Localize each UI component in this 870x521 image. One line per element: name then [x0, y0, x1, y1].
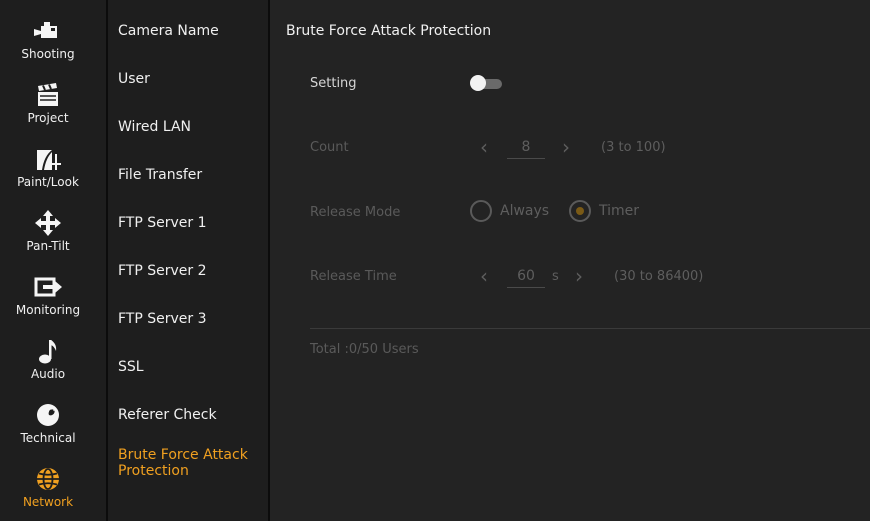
total-users: Total :0/50 Users	[310, 342, 419, 357]
rail-item-label: Monitoring	[15, 303, 81, 317]
release-time-decrease-button[interactable]: ‹	[480, 266, 488, 286]
page-title: Brute Force Attack Protection	[286, 23, 492, 39]
divider	[310, 328, 870, 329]
rail-item-pan-tilt[interactable]: Pan-Tilt	[0, 196, 96, 260]
menu-item-brute-force-protection[interactable]: Brute Force Attack Protection	[118, 447, 263, 479]
release-mode-timer-radio[interactable]	[569, 200, 591, 222]
release-time-label: Release Time	[310, 269, 397, 284]
radio-selected-dot	[576, 207, 584, 215]
release-time-field[interactable]: 60	[507, 265, 545, 288]
rail-item-audio[interactable]: Audio	[0, 324, 96, 388]
rail-item-label: Project	[27, 111, 69, 125]
count-label: Count	[310, 140, 349, 155]
menu-item-ssl[interactable]: SSL	[118, 359, 263, 375]
rail-item-shooting[interactable]: Shooting	[0, 4, 96, 68]
rail-item-project[interactable]: Project	[0, 68, 96, 132]
release-mode-always-label: Always	[500, 203, 550, 219]
menu-item-file-transfer[interactable]: File Transfer	[118, 167, 263, 183]
rail-item-monitoring[interactable]: Monitoring	[0, 260, 96, 324]
pan-tilt-icon	[33, 208, 63, 238]
menu-item-ftp-server-2[interactable]: FTP Server 2	[118, 263, 263, 279]
menu-item-wired-lan[interactable]: Wired LAN	[118, 119, 263, 135]
wrench-icon	[33, 400, 63, 430]
rail-item-label: Audio	[30, 367, 66, 381]
toggle-knob	[470, 75, 486, 91]
app-window: Shooting Project Paint/Look Pan-Tilt Mon…	[0, 0, 870, 521]
monitoring-icon	[33, 272, 63, 302]
rail-item-paint-look[interactable]: Paint/Look	[0, 132, 96, 196]
count-field[interactable]: 8	[507, 136, 545, 159]
menu-item-ftp-server-1[interactable]: FTP Server 1	[118, 215, 263, 231]
count-range: (3 to 100)	[601, 140, 666, 155]
music-note-icon	[33, 336, 63, 366]
clapperboard-icon	[33, 80, 63, 110]
setting-toggle[interactable]	[470, 75, 502, 91]
release-mode-always-radio[interactable]	[470, 200, 492, 222]
category-rail: Shooting Project Paint/Look Pan-Tilt Mon…	[0, 0, 108, 521]
rail-item-technical[interactable]: Technical	[0, 388, 96, 452]
rail-item-network[interactable]: Network	[0, 452, 96, 516]
rail-item-label: Technical	[20, 431, 76, 445]
rail-item-label: Shooting	[21, 47, 75, 61]
network-menu: Camera Name User Wired LAN File Transfer…	[108, 0, 270, 521]
paint-look-icon	[33, 144, 63, 174]
setting-label: Setting	[310, 76, 357, 91]
menu-item-camera-name[interactable]: Camera Name	[118, 23, 263, 39]
settings-panel: Brute Force Attack Protection Setting Co…	[270, 0, 870, 521]
menu-item-ftp-server-3[interactable]: FTP Server 3	[118, 311, 263, 327]
globe-icon	[33, 464, 63, 494]
release-mode-label: Release Mode	[310, 205, 401, 220]
release-mode-timer-label: Timer	[599, 203, 640, 219]
release-time-increase-button[interactable]: ›	[575, 266, 583, 286]
release-time-range: (30 to 86400)	[614, 269, 704, 284]
rail-item-label: Paint/Look	[17, 175, 79, 189]
release-time-unit: s	[552, 269, 559, 284]
camera-icon	[33, 16, 63, 46]
menu-item-user[interactable]: User	[118, 71, 263, 87]
rail-item-label: Network	[22, 495, 74, 509]
count-increase-button[interactable]: ›	[562, 137, 570, 157]
rail-item-label: Pan-Tilt	[26, 239, 70, 253]
menu-item-referer-check[interactable]: Referer Check	[118, 407, 263, 423]
count-decrease-button[interactable]: ‹	[480, 137, 488, 157]
